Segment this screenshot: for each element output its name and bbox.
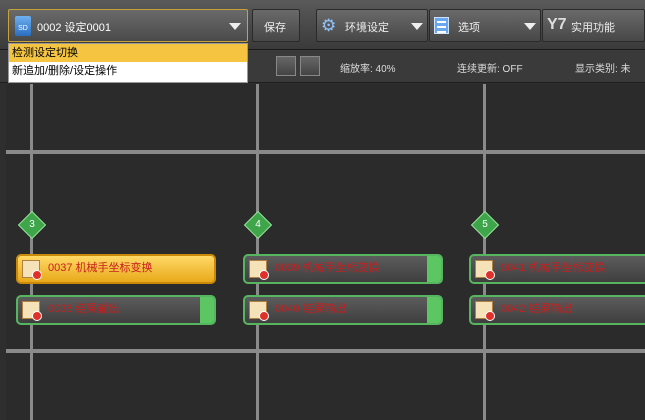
environment-settings-label: 环境设定 — [345, 22, 389, 34]
robot-transform-icon — [249, 260, 269, 280]
flow-branch-line — [483, 84, 486, 420]
flow-top-line — [6, 150, 645, 154]
step-number: 5 — [482, 219, 488, 230]
continuous-update: 连续更新: OFF — [457, 64, 523, 75]
layout-icon[interactable] — [276, 56, 296, 76]
processing-unit[interactable]: 0037 机械手坐标变换 — [16, 254, 216, 284]
unit-label: 0040 结果输出 — [275, 303, 347, 315]
scene-select[interactable]: SD 0002 设定0001 — [8, 9, 248, 42]
flow-canvas[interactable]: 3 0037 机械手坐标变换 0038 结果输出 4 0039 机械手坐标变换 … — [6, 84, 645, 420]
unit-label: 0041 机械手坐标变换 — [501, 262, 606, 274]
unit-label: 0039 机械手坐标变换 — [275, 262, 380, 274]
processing-unit[interactable]: 0042 结果输出 — [469, 295, 645, 325]
display-type: 显示类别: 未 — [575, 64, 631, 75]
menu-item-switch-scene[interactable]: 检测设定切换 — [9, 44, 247, 62]
menu-item-add-delete[interactable]: 新追加/删除/设定操作 — [9, 62, 247, 80]
unit-label: 0038 结果输出 — [48, 303, 120, 315]
chevron-down-icon — [524, 23, 536, 30]
chevron-down-icon[interactable] — [229, 23, 241, 30]
gear-icon: ⚙ — [321, 16, 337, 35]
flow-bottom-line — [6, 349, 645, 353]
scene-dropdown-menu: 检测设定切换 新追加/删除/设定操作 — [8, 43, 248, 83]
step-number: 3 — [29, 219, 35, 230]
tools-icon: Y7 — [547, 16, 567, 33]
environment-settings-button[interactable]: ⚙ 环境设定 — [316, 9, 428, 42]
processing-unit[interactable]: 0039 机械手坐标变换 — [243, 254, 443, 284]
result-output-icon — [22, 301, 42, 321]
zoom-rate: 缩放率: 40% — [340, 64, 396, 75]
sd-card-icon: SD — [15, 16, 31, 36]
save-button[interactable]: 保存 — [252, 9, 300, 42]
list-icon — [434, 17, 449, 34]
robot-transform-icon — [22, 260, 42, 280]
unit-label: 0042 结果输出 — [501, 303, 573, 315]
options-button[interactable]: 选项 — [429, 9, 541, 42]
result-output-icon — [475, 301, 495, 321]
flow-branch-line — [256, 84, 259, 420]
options-label: 选项 — [458, 22, 480, 34]
fit-screen-icon[interactable] — [300, 56, 320, 76]
unit-label: 0037 机械手坐标变换 — [48, 262, 153, 274]
step-number: 4 — [255, 219, 261, 230]
processing-unit[interactable]: 0041 机械手坐标变换 — [469, 254, 645, 284]
utility-label: 实用功能 — [571, 22, 615, 34]
processing-unit[interactable]: 0038 结果输出 — [16, 295, 216, 325]
processing-unit[interactable]: 0040 结果输出 — [243, 295, 443, 325]
scene-label: 0002 设定0001 — [37, 22, 111, 34]
result-output-icon — [249, 301, 269, 321]
robot-transform-icon — [475, 260, 495, 280]
utility-button[interactable]: Y7 实用功能 — [542, 9, 645, 42]
flow-branch-line — [30, 84, 33, 420]
chevron-down-icon — [411, 23, 423, 30]
